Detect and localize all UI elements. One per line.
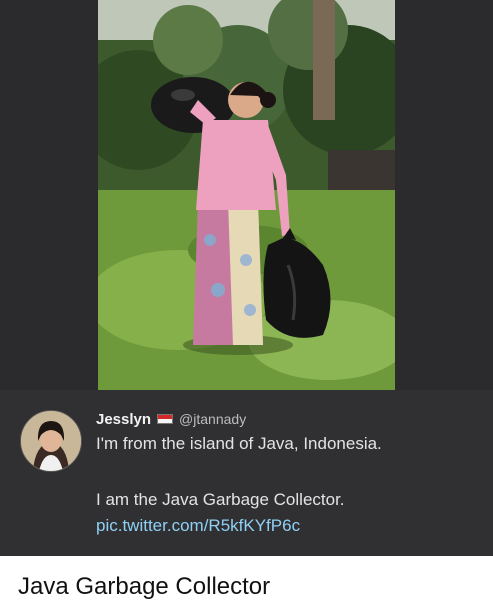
tweet-text-line-2: I am the Java Garbage Collector.: [96, 490, 345, 509]
tweet-text-line-1: I'm from the island of Java, Indonesia.: [96, 434, 382, 453]
meme-caption: Java Garbage Collector: [18, 573, 271, 600]
display-name[interactable]: Jesslyn: [96, 411, 151, 428]
tweet-photo-link[interactable]: pic.twitter.com/R5kfKYfP6c: [96, 516, 300, 536]
tweet-header: Jesslyn @jtannady: [96, 408, 246, 430]
avatar[interactable]: [20, 410, 82, 472]
tweet-photo[interactable]: [98, 0, 395, 390]
photo-panel: [0, 0, 493, 390]
user-handle[interactable]: @jtannady: [179, 411, 246, 427]
indonesia-flag-icon: [157, 414, 174, 424]
tweet-card: Jesslyn @jtannady I'm from the island of…: [0, 390, 493, 556]
